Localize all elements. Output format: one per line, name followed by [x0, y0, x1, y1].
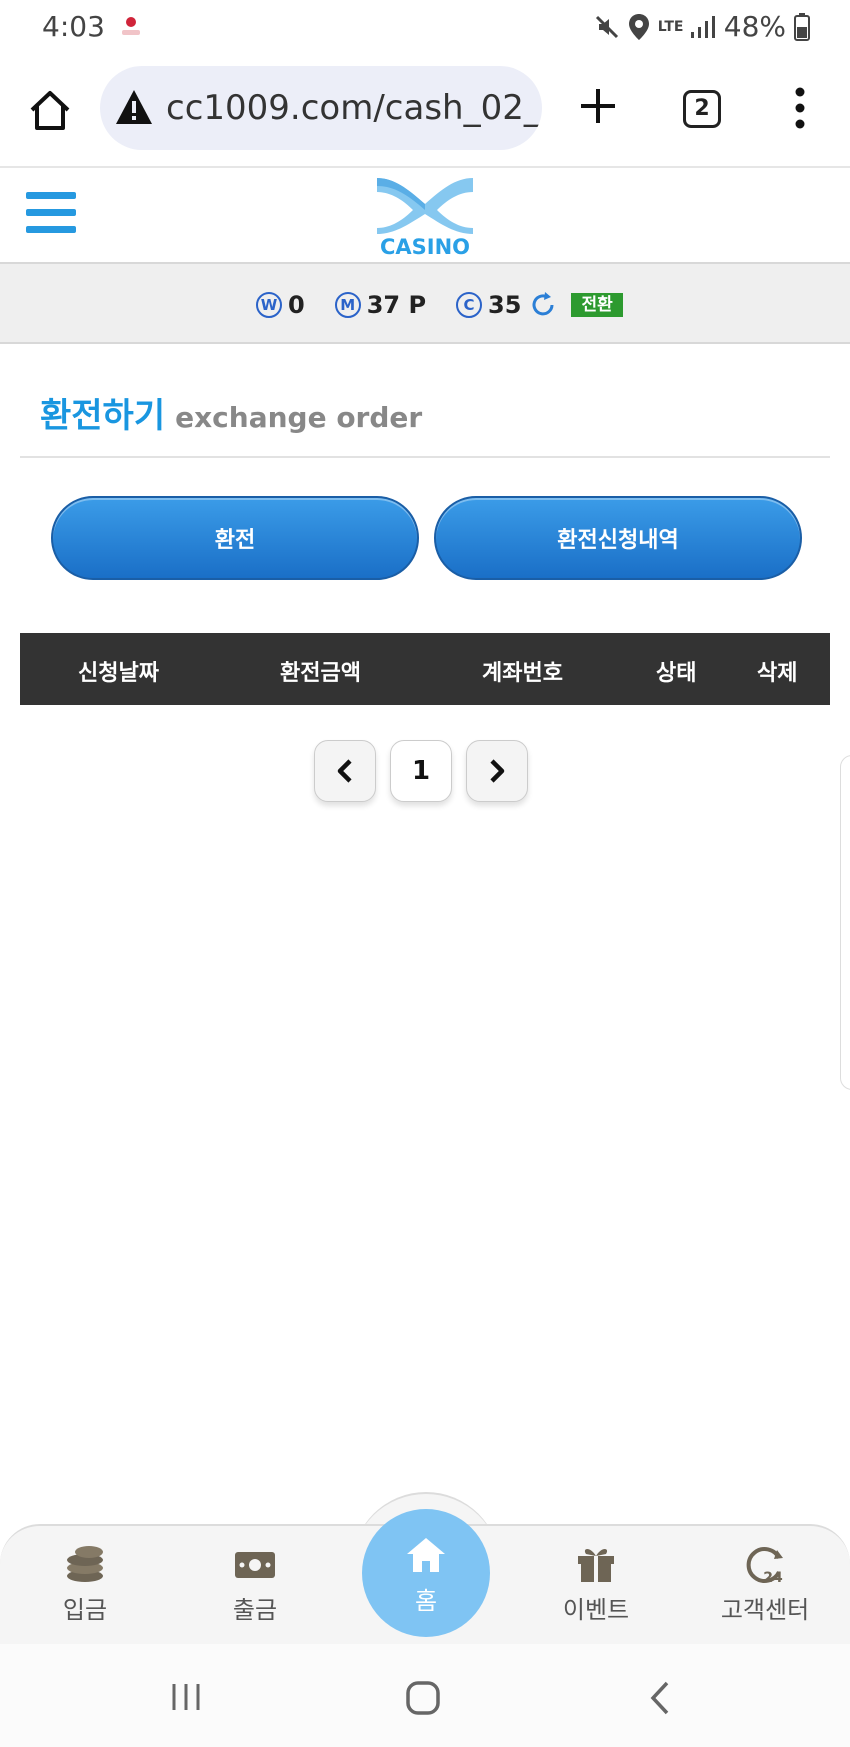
nav-item-home[interactable]: 홈	[362, 1509, 490, 1637]
status-icons: LTE 48%	[594, 10, 810, 43]
system-nav-bar	[0, 1644, 850, 1747]
support-24-icon: 24	[746, 1547, 783, 1584]
pagination: 1	[314, 740, 528, 802]
home-icon[interactable]	[26, 86, 74, 134]
nav-item-withdraw[interactable]: 출금	[190, 1544, 320, 1625]
back-icon[interactable]	[648, 1680, 672, 1716]
mileage-badge: M	[334, 292, 361, 318]
coin-balance: 35	[488, 291, 522, 319]
balance-list: W 0 M 37 P C 35 전환	[256, 291, 623, 319]
tabs-icon[interactable]: 2	[683, 90, 721, 128]
chevron-right-icon	[490, 759, 505, 783]
page-title: 환전하기 exchange order	[40, 388, 422, 437]
mute-icon	[595, 15, 618, 38]
nav-label-support: 고객센터	[720, 1596, 810, 1624]
page-title-korean: 환전하기	[40, 396, 166, 436]
side-panel-handle[interactable]	[840, 755, 850, 1090]
exchange-button[interactable]: 환전	[51, 496, 419, 580]
mileage-balance: 37 P	[366, 291, 427, 319]
page-title-english: exchange order	[175, 401, 423, 434]
nav-label-deposit: 입금	[62, 1596, 108, 1624]
coins-icon	[67, 1546, 103, 1582]
title-divider	[20, 456, 830, 458]
convert-button[interactable]: 전환	[571, 293, 623, 317]
balance-bar: W 0 M 37 P C 35 전환	[0, 262, 850, 344]
app-badge-icon	[122, 17, 140, 35]
column-header-amount: 환전금액	[280, 661, 361, 686]
system-home-icon[interactable]	[405, 1680, 441, 1716]
url-text[interactable]: cc1009.com/cash_02_1	[166, 88, 542, 128]
recent-apps-icon[interactable]	[170, 1682, 202, 1712]
svg-text:24: 24	[763, 1570, 783, 1584]
site-header: CASINO	[0, 166, 850, 262]
address-bar[interactable]: cc1009.com/cash_02_1	[100, 66, 542, 150]
chevron-left-icon	[337, 759, 352, 783]
signal-icon	[690, 15, 715, 38]
nav-label-home: 홈	[414, 1587, 438, 1615]
nav-label-event: 이벤트	[562, 1596, 630, 1624]
nav-item-deposit[interactable]: 입금	[20, 1544, 150, 1625]
refresh-icon[interactable]	[529, 291, 557, 319]
page-number-button[interactable]: 1	[390, 740, 452, 802]
nav-item-event[interactable]: 이벤트	[531, 1544, 661, 1625]
prev-page-button[interactable]	[314, 740, 376, 802]
status-time: 4:03	[42, 10, 105, 43]
gift-icon	[578, 1549, 614, 1582]
column-header-delete: 삭제	[757, 661, 798, 686]
home-icon	[407, 1538, 445, 1572]
more-icon[interactable]	[788, 86, 812, 130]
column-header-status: 상태	[656, 661, 697, 686]
status-bar: 4:03 LTE 48%	[0, 0, 850, 56]
next-page-button[interactable]	[466, 740, 528, 802]
location-icon	[628, 13, 649, 40]
column-header-account: 계좌번호	[482, 661, 563, 686]
won-badge: W	[256, 292, 282, 318]
cash-icon	[235, 1552, 275, 1578]
browser-toolbar: cc1009.com/cash_02_1 2	[0, 56, 850, 166]
battery-icon	[794, 12, 810, 41]
hamburger-icon[interactable]	[26, 192, 76, 238]
table-header: 신청날짜 환전금액 계좌번호 상태 삭제	[20, 633, 830, 705]
battery-percent: 48%	[723, 10, 786, 43]
warning-icon[interactable]	[114, 88, 154, 126]
won-balance: 0	[288, 291, 305, 319]
nav-item-support[interactable]: 24 고객센터	[700, 1544, 830, 1625]
exchange-history-button[interactable]: 환전신청내역	[434, 496, 802, 580]
plus-icon[interactable]	[578, 86, 618, 126]
logo-text: CASINO	[380, 235, 470, 258]
logo-icon[interactable]: CASINO	[365, 172, 485, 258]
column-header-date: 신청날짜	[78, 661, 159, 686]
lte-icon: LTE	[657, 18, 684, 35]
coin-badge: C	[456, 292, 483, 318]
nav-label-withdraw: 출금	[232, 1596, 278, 1624]
